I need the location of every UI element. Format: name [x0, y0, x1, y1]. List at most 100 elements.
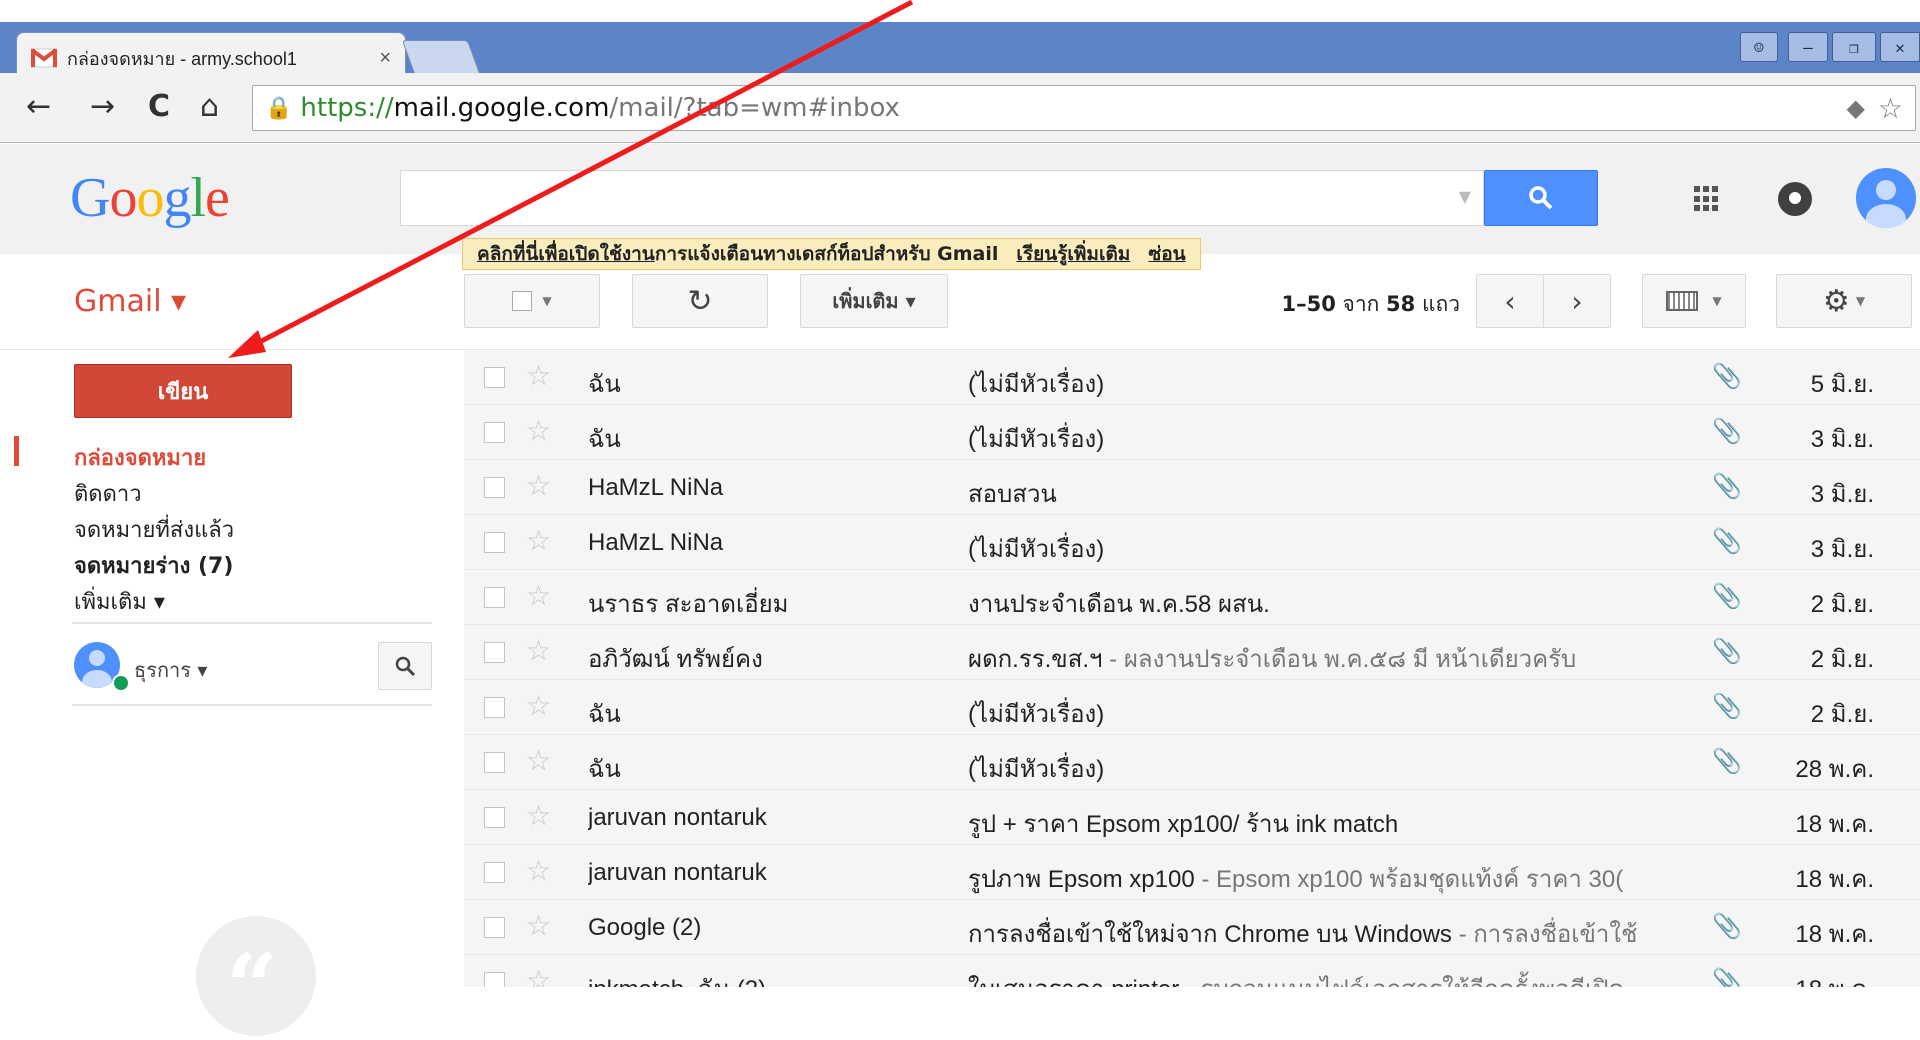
row-checkbox[interactable] [484, 587, 505, 608]
row-checkbox[interactable] [484, 917, 505, 938]
bookmark-star-icon[interactable]: ☆ [1878, 92, 1903, 125]
search-icon [395, 656, 416, 677]
row-checkbox[interactable] [484, 862, 505, 883]
address-bar[interactable]: 🔒 https:// mail.google.com /mail/?tab=wm… [252, 85, 1916, 131]
nav-item-more[interactable]: เพิ่มเติม ▾ [74, 584, 165, 619]
notifications-icon[interactable] [1778, 182, 1812, 216]
mail-list: ☆ ฉัน (ไม่มีหัวเรื่อง) 📎 5 มิ.ย. ☆ ฉัน (ไม่มีหั… [464, 350, 1920, 987]
star-icon[interactable]: ☆ [526, 799, 551, 832]
settings-button[interactable]: ⚙ ▼ [1776, 274, 1912, 328]
search-button[interactable] [1484, 170, 1598, 226]
account-avatar[interactable] [1856, 168, 1916, 228]
row-checkbox[interactable] [484, 807, 505, 828]
left-navigation: เขียน กล่องจดหมาย ติดดาว จดหมายที่ส่งแล้… [0, 350, 440, 1040]
star-icon[interactable]: ☆ [526, 524, 551, 557]
attachment-icon: 📎 [1712, 913, 1742, 940]
minimize-window-button[interactable]: — [1788, 32, 1828, 62]
email-date: 28 พ.ค. [1795, 756, 1874, 783]
enable-notifications-link[interactable]: คลิกที่นี่เพื่อเปิดใช้งาน [477, 239, 655, 269]
attachment-icon: 📎 [1712, 693, 1742, 720]
email-date: 2 มิ.ย. [1810, 701, 1874, 728]
email-subject-line: (ไม่มีหัวเรื่อง) [968, 749, 1678, 788]
logo-letter: o [136, 167, 164, 229]
refresh-icon: ↻ [687, 283, 713, 319]
gmail-menu-label[interactable]: Gmail ▾ [74, 284, 186, 319]
email-sender: ฉัน [588, 756, 621, 783]
email-row[interactable]: ☆ HaMzL NiNa (ไม่มีหัวเรื่อง) 📎 3 มิ.ย. [464, 515, 1920, 570]
star-icon[interactable]: ☆ [526, 359, 551, 392]
hangouts-user-name[interactable]: ธุรการ ▾ [134, 654, 207, 686]
email-sender: อภิวัฒน์ ทรัพย์คง [588, 646, 763, 673]
forward-icon[interactable]: → [90, 89, 115, 125]
chevron-left-icon: ‹ [1504, 284, 1516, 318]
row-checkbox[interactable] [484, 697, 505, 718]
compose-button[interactable]: เขียน [74, 364, 292, 418]
divider [72, 622, 432, 624]
input-tools-button[interactable]: ▼ [1642, 274, 1746, 328]
star-icon[interactable]: ☆ [526, 689, 551, 722]
star-icon[interactable]: ☆ [526, 634, 551, 667]
row-checkbox[interactable] [484, 367, 505, 388]
row-checkbox[interactable] [484, 477, 505, 498]
logo-letter: g [163, 167, 191, 229]
star-icon[interactable]: ☆ [526, 964, 551, 987]
email-date: 3 มิ.ย. [1810, 426, 1874, 453]
email-row[interactable]: ☆ jaruvan nontaruk รูปภาพ Epsom xp100 - Ep… [464, 845, 1920, 900]
row-checkbox[interactable] [484, 422, 505, 443]
email-row[interactable]: ☆ ฉัน (ไม่มีหัวเรื่อง) 📎 3 มิ.ย. [464, 405, 1920, 460]
row-checkbox[interactable] [484, 642, 505, 663]
apps-grid-icon[interactable] [1694, 186, 1720, 212]
email-row[interactable]: ☆ ฉัน (ไม่มีหัวเรื่อง) 📎 2 มิ.ย. [464, 680, 1920, 735]
email-date: 18 พ.ค. [1795, 811, 1874, 838]
refresh-button[interactable]: ↻ [632, 274, 768, 328]
email-row[interactable]: ☆ Google (2) การลงชื่อเข้าใช้ใหม่จาก Chrom… [464, 900, 1920, 955]
row-checkbox[interactable] [484, 752, 505, 773]
email-sender: HaMzL NiNa [588, 474, 724, 501]
star-icon[interactable]: ☆ [526, 414, 551, 447]
star-icon[interactable]: ☆ [526, 854, 551, 887]
close-window-button[interactable]: ✕ [1880, 32, 1920, 62]
pager-total: 58 [1386, 292, 1416, 316]
row-checkbox[interactable] [484, 532, 505, 553]
nav-item-sent[interactable]: จดหมายที่ส่งแล้ว [74, 512, 234, 547]
star-icon[interactable]: ☆ [526, 909, 551, 942]
new-tab-button[interactable] [401, 40, 481, 74]
reload-icon[interactable]: C [148, 89, 170, 125]
email-row[interactable]: ☆ ฉัน (ไม่มีหัวเรื่อง) 📎 5 มิ.ย. [464, 350, 1920, 405]
hide-banner-link[interactable]: ซ่อน [1148, 239, 1185, 269]
email-subject-line: (ไม่มีหัวเรื่อง) [968, 419, 1678, 458]
email-row[interactable]: ☆ นราธร สะอาดเอี่ยม งานประจำเดือน พ.ค.58 ผ… [464, 570, 1920, 625]
star-icon[interactable]: ☆ [526, 469, 551, 502]
search-input[interactable]: ▼ [400, 170, 1484, 226]
extension-icon[interactable]: ◆ [1847, 94, 1865, 122]
email-subject-line: (ไม่มีหัวเรื่อง) [968, 529, 1678, 568]
newer-page-button[interactable]: ‹ [1476, 274, 1544, 328]
google-logo[interactable]: Google [70, 166, 230, 230]
star-icon[interactable]: ☆ [526, 579, 551, 612]
learn-more-link[interactable]: เรียนรู้เพิ่มเติม [1016, 239, 1130, 269]
close-tab-icon[interactable]: × [379, 47, 391, 70]
select-all-button[interactable]: ▼ [464, 274, 600, 328]
email-sender: ฉัน [588, 426, 621, 453]
nav-item-drafts[interactable]: จดหมายร่าง (7) [74, 548, 233, 583]
email-row[interactable]: ☆ HaMzL NiNa สอบสวน 📎 3 มิ.ย. [464, 460, 1920, 515]
search-options-icon[interactable]: ▼ [1459, 187, 1471, 206]
user-profile-icon[interactable]: ☺ [1740, 32, 1778, 62]
older-page-button[interactable]: › [1543, 274, 1611, 328]
desktop-notification-banner: คลิกที่นี่เพื่อเปิดใช้งาน การแจ้งเตือนทา… [462, 238, 1201, 270]
email-date: 18 พ.ค. [1795, 969, 1874, 987]
back-icon[interactable]: ← [26, 89, 51, 125]
nav-item-inbox[interactable]: กล่องจดหมาย [74, 440, 206, 475]
nav-item-starred[interactable]: ติดดาว [74, 476, 142, 511]
attachment-icon: 📎 [1712, 473, 1742, 500]
star-icon[interactable]: ☆ [526, 744, 551, 777]
row-checkbox[interactable] [484, 972, 505, 987]
home-icon[interactable]: ⌂ [200, 89, 219, 125]
email-row[interactable]: ☆ ฉัน (ไม่มีหัวเรื่อง) 📎 28 พ.ค. [464, 735, 1920, 790]
maximize-window-button[interactable]: ❐ [1832, 32, 1876, 62]
more-actions-button[interactable]: เพิ่มเติม ▾ [800, 274, 948, 328]
email-row[interactable]: ☆ อภิวัฒน์ ทรัพย์คง ผดก.รร.ขส.ฯ - ผลงานประ… [464, 625, 1920, 680]
email-row[interactable]: ☆ jaruvan nontaruk รูป + ราคา Epsom xp100/… [464, 790, 1920, 845]
email-row[interactable]: ☆ inkmatch, ฉัน (2) ใบเสนอราคา printer - ร… [464, 955, 1920, 987]
hangouts-search-button[interactable] [378, 642, 432, 690]
